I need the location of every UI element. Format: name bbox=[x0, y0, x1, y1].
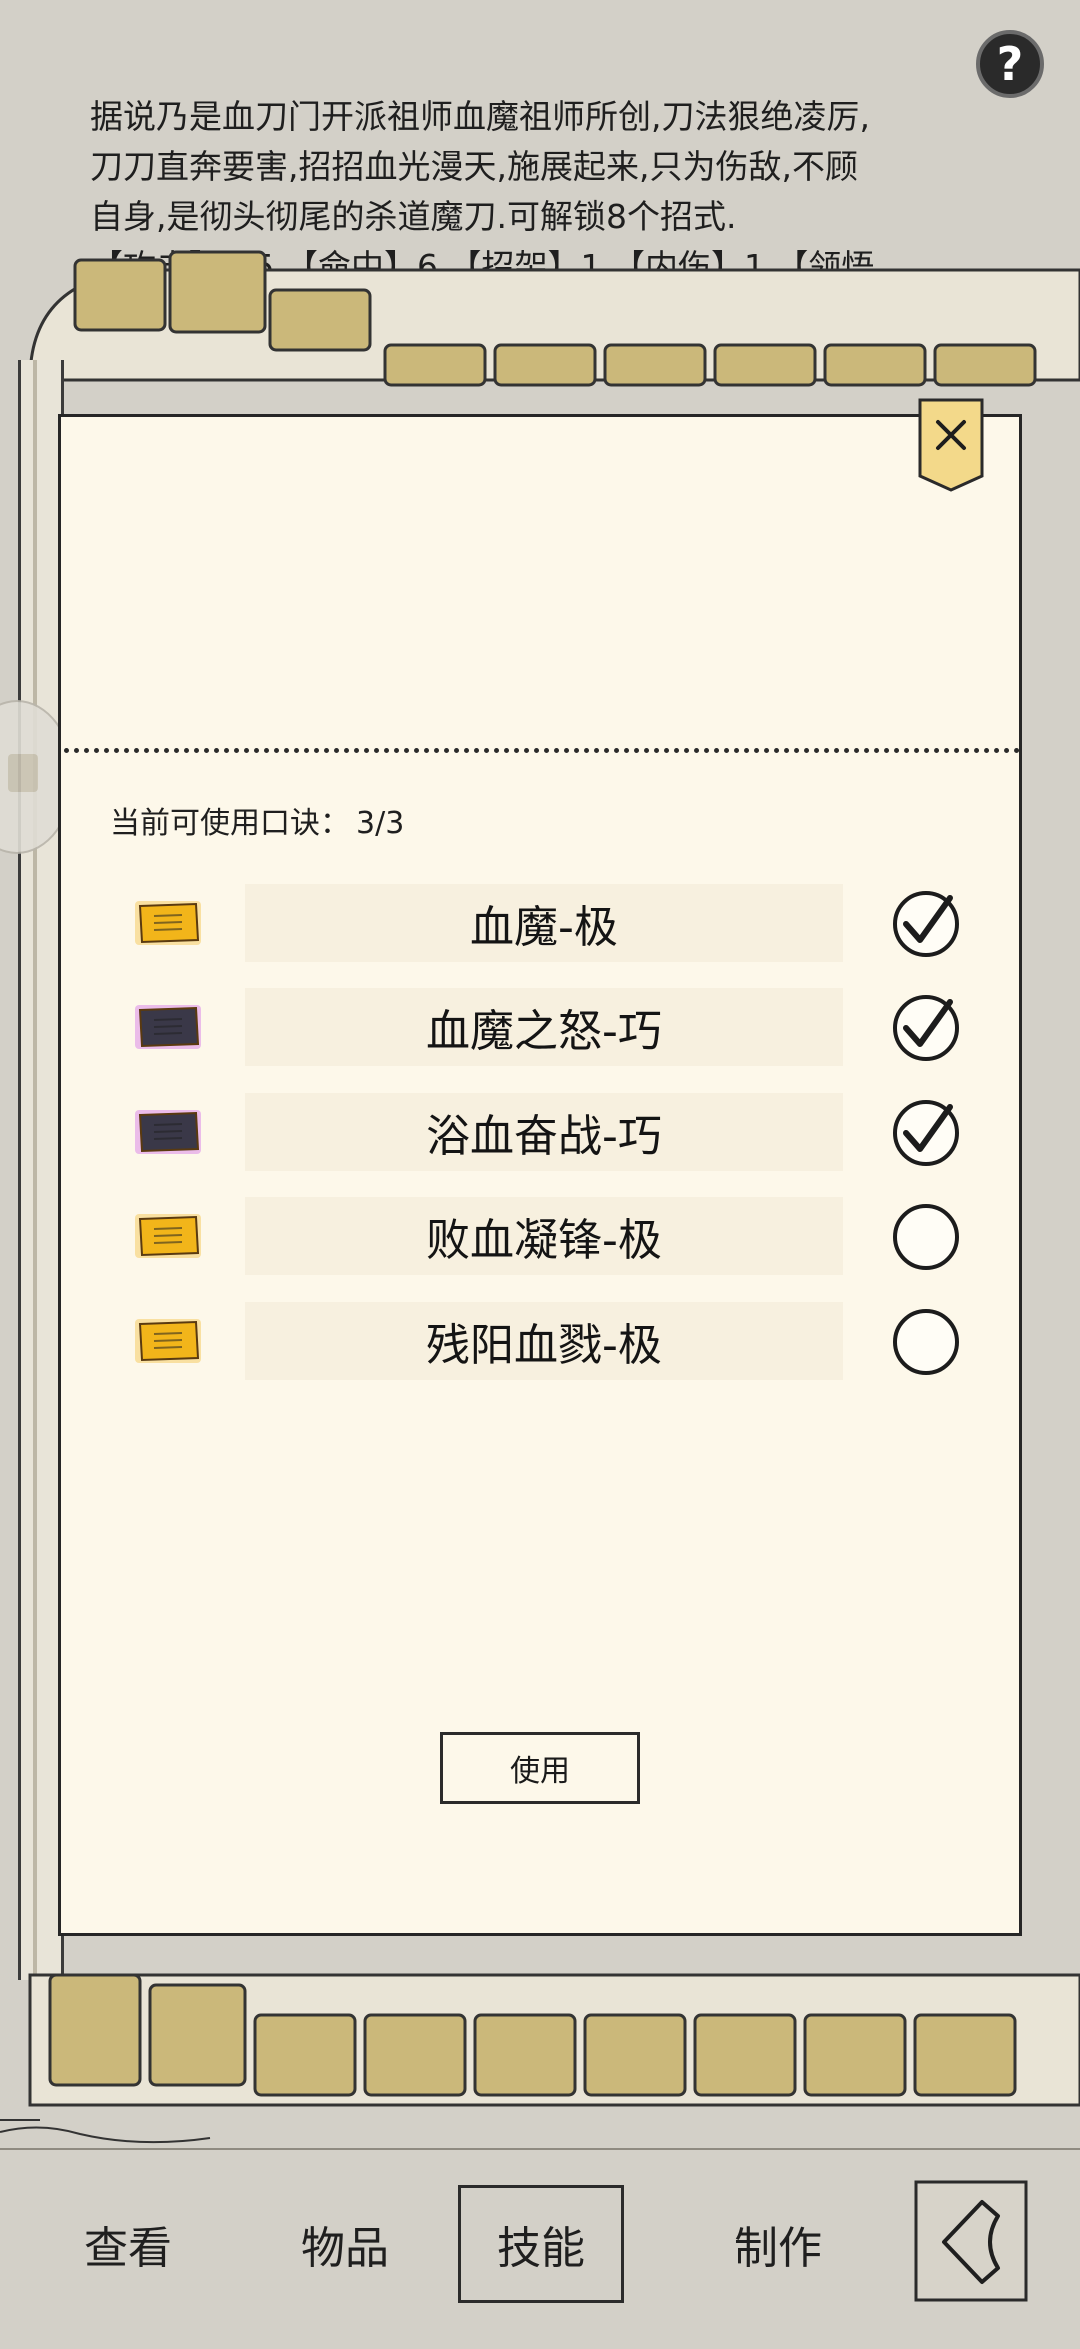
gold-scroll-icon bbox=[135, 1214, 201, 1258]
scroll-roll-bottom bbox=[28, 1973, 1080, 2107]
skill-row[interactable]: 残阳血戮-极 bbox=[120, 1300, 980, 1384]
help-button[interactable]: ? bbox=[976, 30, 1044, 98]
empty-circle-icon[interactable] bbox=[890, 1306, 962, 1378]
dotted-divider bbox=[64, 748, 1020, 753]
nav-tab-craft[interactable]: 制作 bbox=[688, 2185, 868, 2303]
description-line: 刀刀直奔要害,招招血光漫天,施展起来,只为伤敌,不顾 bbox=[90, 147, 858, 186]
decorative-swirl bbox=[0, 2119, 211, 2144]
purple-scroll-icon bbox=[135, 1110, 201, 1154]
nav-tab-items[interactable]: 物品 bbox=[255, 2185, 435, 2303]
close-button[interactable] bbox=[916, 396, 986, 492]
skill-name: 血魔之怒-巧 bbox=[426, 1006, 662, 1057]
use-button[interactable]: 使用 bbox=[440, 1732, 640, 1804]
skill-row[interactable]: 血魔之怒-巧 bbox=[120, 986, 980, 1070]
check-circle-icon[interactable] bbox=[890, 992, 962, 1064]
nav-tab-view[interactable]: 查看 bbox=[38, 2185, 218, 2303]
nav-tab-skills[interactable]: 技能 bbox=[458, 2185, 624, 2303]
skill-row[interactable]: 血魔-极 bbox=[120, 882, 980, 966]
skill-row[interactable]: 浴血奋战-巧 bbox=[120, 1091, 980, 1175]
skill-row[interactable]: 败血凝锋-极 bbox=[120, 1195, 980, 1279]
description-line: 自身,是彻头彻尾的杀道魔刀.可解锁8个招式. bbox=[90, 197, 737, 236]
skill-name: 血魔-极 bbox=[470, 902, 618, 953]
check-circle-icon[interactable] bbox=[890, 888, 962, 960]
description-line: 据说乃是血刀门开派祖师血魔祖师所创,刀法狠绝凌厉, bbox=[90, 97, 870, 136]
back-button[interactable] bbox=[912, 2176, 1030, 2306]
skill-name: 浴血奋战-巧 bbox=[426, 1111, 662, 1162]
purple-scroll-icon bbox=[135, 1005, 201, 1049]
formula-count: 当前可使用口诀： 3/3 bbox=[110, 798, 404, 842]
skill-name: 残阳血戮-极 bbox=[426, 1320, 662, 1371]
close-icon bbox=[918, 398, 984, 492]
gold-scroll-icon bbox=[135, 901, 201, 945]
check-circle-icon[interactable] bbox=[890, 1097, 962, 1169]
scroll-roll-top bbox=[28, 250, 1080, 387]
skill-name: 败血凝锋-极 bbox=[426, 1215, 662, 1266]
empty-circle-icon[interactable] bbox=[890, 1201, 962, 1273]
formula-count-value: 3/3 bbox=[356, 806, 405, 841]
question-mark-icon: ? bbox=[996, 37, 1024, 91]
formula-count-label: 当前可使用口诀： bbox=[110, 806, 350, 841]
gold-scroll-icon bbox=[135, 1319, 201, 1363]
back-arrow-icon bbox=[914, 2180, 1028, 2302]
skill-formula-panel bbox=[58, 414, 1022, 1936]
